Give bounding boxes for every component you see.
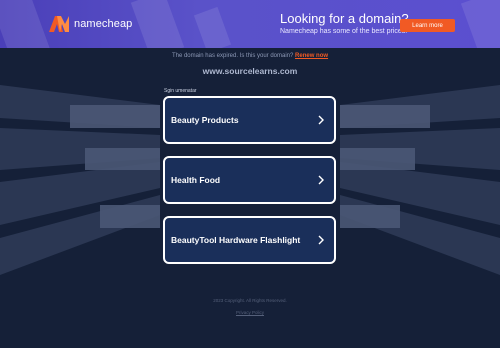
- chevron-right-icon: [318, 235, 324, 245]
- banner-decoration: [193, 6, 232, 48]
- namecheap-logo-icon: [49, 16, 69, 32]
- related-link-label: BeautyTool Hardware Flashlight: [171, 235, 301, 245]
- promo-banner[interactable]: namecheap Looking for a domain? Namechea…: [0, 0, 500, 48]
- learn-more-button[interactable]: Learn more: [400, 19, 455, 32]
- banner-decoration: [130, 0, 185, 48]
- expired-notice: The domain has expired. Is this your dom…: [0, 53, 500, 59]
- promo-title: Looking for a domain?: [280, 11, 409, 26]
- related-link-label: Health Food: [171, 175, 221, 185]
- related-link-beauty-products[interactable]: Beauty Products: [163, 96, 336, 144]
- related-link-health-food[interactable]: Health Food: [163, 156, 336, 204]
- logo-text: namecheap: [74, 18, 133, 30]
- expired-notice-text: The domain has expired. Is this your dom…: [171, 53, 294, 59]
- copyright-text: 2023 Copyright. All Rights Reserved.: [213, 298, 287, 303]
- domain-name: www.sourcelearns.com: [202, 66, 298, 76]
- chevron-right-icon: [318, 175, 324, 185]
- related-link-beautytool-hardware-flashlight[interactable]: BeautyTool Hardware Flashlight: [163, 216, 336, 264]
- namecheap-logo[interactable]: namecheap: [48, 15, 132, 33]
- promo-subtitle: Namecheap has some of the best prices.: [280, 28, 408, 35]
- renew-now-link[interactable]: Renew now: [295, 53, 328, 59]
- banner-decoration: [0, 0, 51, 48]
- related-link-label: Beauty Products: [171, 115, 239, 125]
- chevron-right-icon: [318, 115, 324, 125]
- privacy-policy-link[interactable]: Privacy Policy: [0, 310, 500, 315]
- banner-decoration: [460, 0, 500, 48]
- related-links-heading: Sgin umenatar: [164, 88, 197, 94]
